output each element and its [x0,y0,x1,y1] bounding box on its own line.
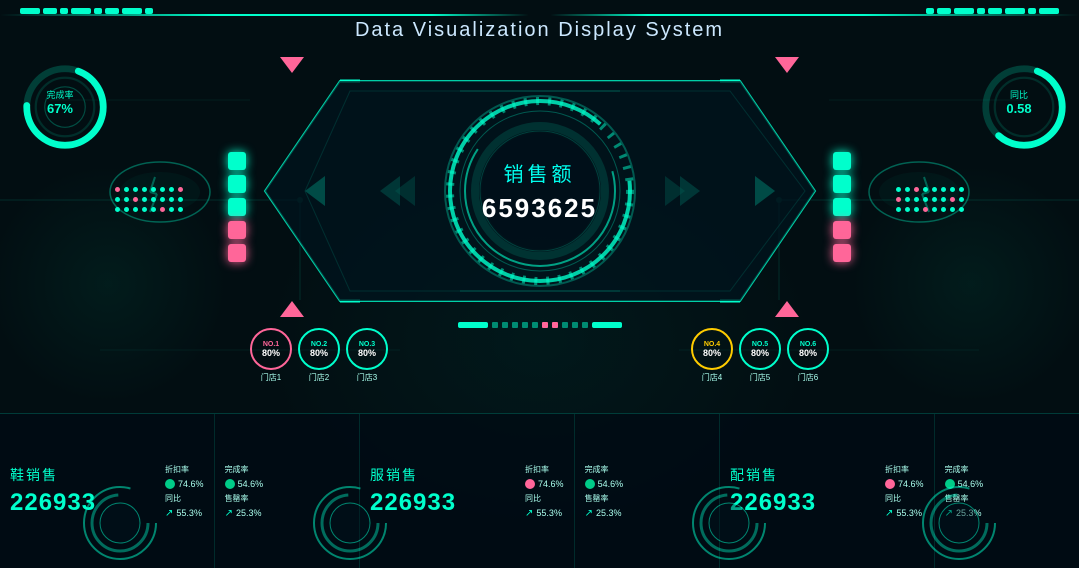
right-h-dots [896,187,964,212]
top-left-gauge: 完成率 67% [20,57,100,142]
top-dot [20,8,40,14]
completion-bullet-1 [225,479,235,489]
top-left-dots [20,8,153,14]
bottom-center-left-circle [310,483,390,568]
page-title: Data Visualization Display System [335,19,744,42]
top-dot [43,8,57,14]
top-right-arrow [775,57,799,73]
main-content: 完成率 67% 同比 0.58 [0,52,1079,413]
right-glow-bars [833,152,851,262]
clothes-trend-value: ↗ 55.3% [525,508,564,519]
top-dot [977,8,985,14]
center-main-value: 6593625 [482,193,597,224]
accessories-discount-value: 74.6% [885,479,924,489]
rank-no-3: NO.3 [359,341,375,348]
bottom-left-circle [80,483,160,568]
shoes-title: 鞋销售 [10,465,165,485]
discount-bullet [165,479,175,489]
top-dot [1039,8,1059,14]
top-arrows [250,57,829,73]
completion-bullet-2 [585,479,595,489]
clothes-discount-value: 74.6% [525,479,564,489]
center-frame: 销售额 6593625 [250,52,829,413]
rank-item-5: NO.5 80% 门店5 [739,328,781,383]
accessories-discount-label: 折扣率 [885,464,924,475]
top-left-arrow [280,57,304,73]
top-dot [1005,8,1025,14]
hex-display: 销售额 6593625 [260,76,820,306]
accessories-title: 配销售 [730,465,885,485]
rank-name-6: 门店6 [798,372,818,383]
clothes-trend-label: 同比 [525,493,564,504]
rank-item-6: NO.6 80% 门店6 [787,328,829,383]
rank-pct-6: 80% [799,348,817,358]
left-h-dots [115,187,183,212]
rank-no-5: NO.5 [752,341,768,348]
rank-no-4: NO.4 [704,341,720,348]
top-dot [926,8,934,14]
shoes-discount-value: 74.6% [165,479,204,489]
main-circle: 销售额 6593625 [440,91,640,291]
rank-pct-1: 80% [262,348,280,358]
progress-track [458,322,622,328]
completion-rate-1-label: 完成率 [225,464,349,475]
completion-rate-2-label: 完成率 [585,464,709,475]
top-dot [122,8,142,14]
top-dot [71,8,91,14]
top-dot [94,8,102,14]
top-right-dots [926,8,1059,14]
rank-no-6: NO.6 [800,341,816,348]
accessories-trend-value: ↗ 55.3% [885,508,924,519]
rank-name-3: 门店3 [357,372,377,383]
right-store-ranks: NO.4 80% 门店4 NO.5 80% 门店5 NO.6 80% 门店6 [691,328,829,383]
rank-pct-2: 80% [310,348,328,358]
bottom-center-right-circle [689,483,769,568]
shoes-trend-label: 同比 [165,493,204,504]
top-dot [60,8,68,14]
left-glow-bars [228,152,246,262]
rank-item-2: NO.2 80% 门店2 [298,328,340,383]
bottom-right-circle [919,483,999,568]
top-left-gauge-value: 67% [46,101,73,116]
accessories-discount-bullet [885,479,895,489]
top-left-gauge-label: 完成率 [46,88,73,101]
clothes-discount-bullet [525,479,535,489]
left-store-ranks: NO.1 80% 门店1 NO.2 80% 门店2 NO.3 80% 门店3 [250,328,388,383]
top-dot [1028,8,1036,14]
top-dot [105,8,119,14]
completion-rate-3-label: 完成率 [945,464,1069,475]
rank-no-1: NO.1 [263,341,279,348]
rank-item-3: NO.3 80% 门店3 [346,328,388,383]
top-dot [954,8,974,14]
top-dot [145,8,153,14]
circle-content: 销售额 6593625 [482,158,597,224]
bottom-section: 鞋销售 226933 折扣率 74.6% 同比 ↗ 55.3% 完成率 [0,413,1079,568]
rank-pct-3: 80% [358,348,376,358]
rank-name-4: 门店4 [702,372,722,383]
top-right-gauge-value: 0.58 [1006,101,1031,116]
sales-block-clothes: 服销售 226933 折扣率 74.6% 同比 ↗ 55.3% [360,414,575,568]
rank-item-1: NO.1 80% 门店1 [250,328,292,383]
top-right-gauge-label: 同比 [1006,88,1031,101]
rank-name-1: 门店1 [261,372,281,383]
rank-no-2: NO.2 [311,341,327,348]
top-bar-line [0,14,1079,16]
clothes-value: 226933 [370,489,525,517]
clothes-discount-label: 折扣率 [525,464,564,475]
rank-pct-4: 80% [703,348,721,358]
top-dot [988,8,1002,14]
shoes-trend-value: ↗ 55.3% [165,508,204,519]
rank-name-2: 门店2 [309,372,329,383]
accessories-trend-label: 同比 [885,493,924,504]
top-right-gauge: 同比 0.58 [979,57,1059,142]
top-bar: Data Visualization Display System [0,0,1079,52]
center-main-label: 销售额 [482,158,597,187]
rank-name-5: 门店5 [750,372,770,383]
rank-item-4: NO.4 80% 门店4 [691,328,733,383]
clothes-title: 服销售 [370,465,525,485]
top-dot [937,8,951,14]
rank-pct-5: 80% [751,348,769,358]
shoes-discount-rate: 折扣率 [165,464,204,475]
